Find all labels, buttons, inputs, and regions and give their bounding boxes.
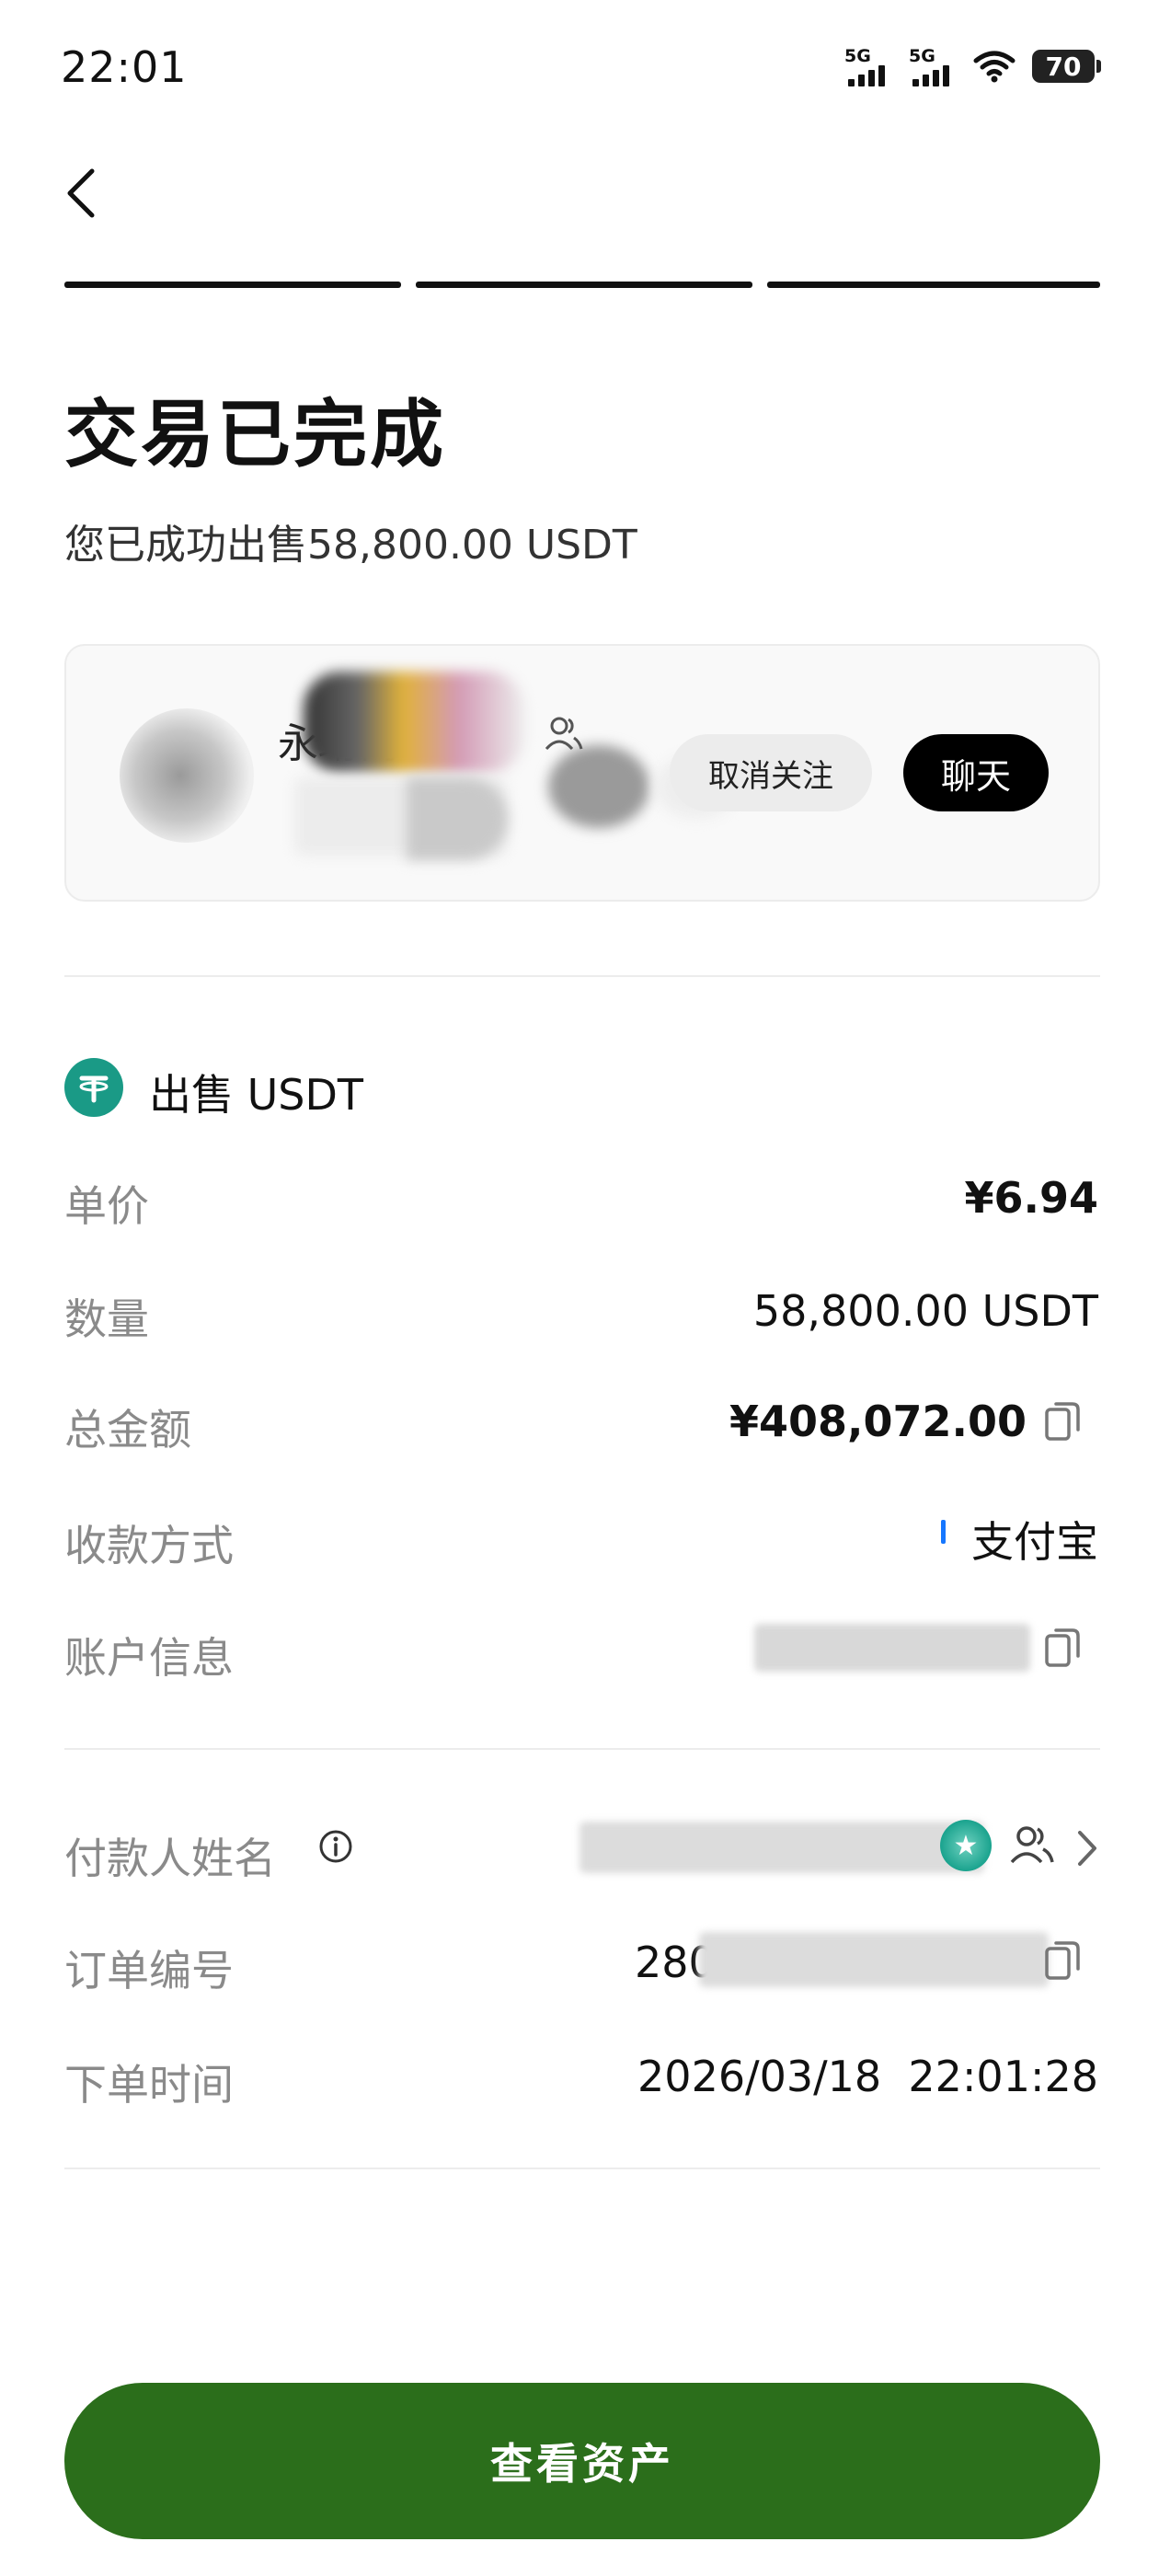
- alipay-icon: [941, 1520, 946, 1544]
- network-type-label: 5G: [844, 46, 871, 66]
- copy-icon[interactable]: [1041, 1398, 1084, 1444]
- chevron-left-icon: [67, 168, 95, 218]
- status-time: 22:01: [61, 42, 188, 92]
- price-value: ¥6.94: [964, 1173, 1098, 1223]
- redaction-mark: [304, 672, 524, 773]
- copy-icon[interactable]: [1041, 1625, 1084, 1671]
- network-type-label: 5G: [909, 46, 935, 66]
- chat-button[interactable]: 聊天: [903, 734, 1049, 811]
- payment-method-value: 支付宝: [971, 1517, 1098, 1567]
- info-icon[interactable]: [318, 1829, 353, 1864]
- payer-name-label: 付款人姓名: [64, 1834, 276, 1883]
- order-number-label: 订单编号: [64, 1946, 234, 1995]
- user-group-icon: [545, 717, 583, 751]
- tether-icon: [64, 1058, 123, 1117]
- redaction-mark: [548, 745, 649, 828]
- progress-step-1: [64, 282, 401, 288]
- avatar[interactable]: [120, 708, 254, 843]
- quantity-label: 数量: [64, 1294, 149, 1344]
- progress-step-3: [767, 282, 1100, 288]
- signal-5g-icon: 5G: [909, 46, 957, 86]
- unfollow-button[interactable]: 取消关注: [670, 734, 872, 811]
- signal-5g-icon: 5G: [844, 46, 892, 86]
- back-button[interactable]: [55, 156, 110, 230]
- divider: [64, 975, 1100, 977]
- order-time-value: 2026/03/18 22:01:28: [637, 2052, 1098, 2101]
- page-title: 交易已完成: [64, 392, 446, 477]
- redaction-mark: [580, 1822, 984, 1873]
- payment-method-label: 收款方式: [64, 1521, 234, 1570]
- view-assets-button[interactable]: 查看资产: [64, 2383, 1100, 2539]
- progress-step-2: [416, 282, 752, 288]
- wifi-icon: [973, 51, 1016, 83]
- divider: [64, 2168, 1100, 2169]
- account-info-label: 账户信息: [64, 1633, 234, 1683]
- page-subtitle: 您已成功出售58,800.00 USDT: [64, 522, 637, 569]
- total-label: 总金额: [64, 1405, 191, 1455]
- verified-badge-icon: ★: [940, 1820, 992, 1871]
- chevron-right-icon[interactable]: [1076, 1829, 1098, 1868]
- user-group-icon[interactable]: [1008, 1822, 1056, 1868]
- redaction-mark: [699, 1932, 1049, 1987]
- total-value: ¥408,072.00: [729, 1397, 1027, 1446]
- redaction-mark: [754, 1624, 1030, 1672]
- order-time-label: 下单时间: [64, 2060, 234, 2110]
- status-icons: 5G 5G 70: [844, 46, 1101, 86]
- section-title: 出售 USDT: [149, 1070, 364, 1120]
- divider: [64, 1748, 1100, 1750]
- redaction-mark: [407, 777, 508, 860]
- quantity-value: 58,800.00 USDT: [752, 1286, 1098, 1336]
- copy-icon[interactable]: [1041, 1938, 1084, 1984]
- battery-icon: 70: [1032, 50, 1101, 83]
- battery-level: 70: [1045, 51, 1082, 82]
- price-label: 单价: [64, 1181, 149, 1231]
